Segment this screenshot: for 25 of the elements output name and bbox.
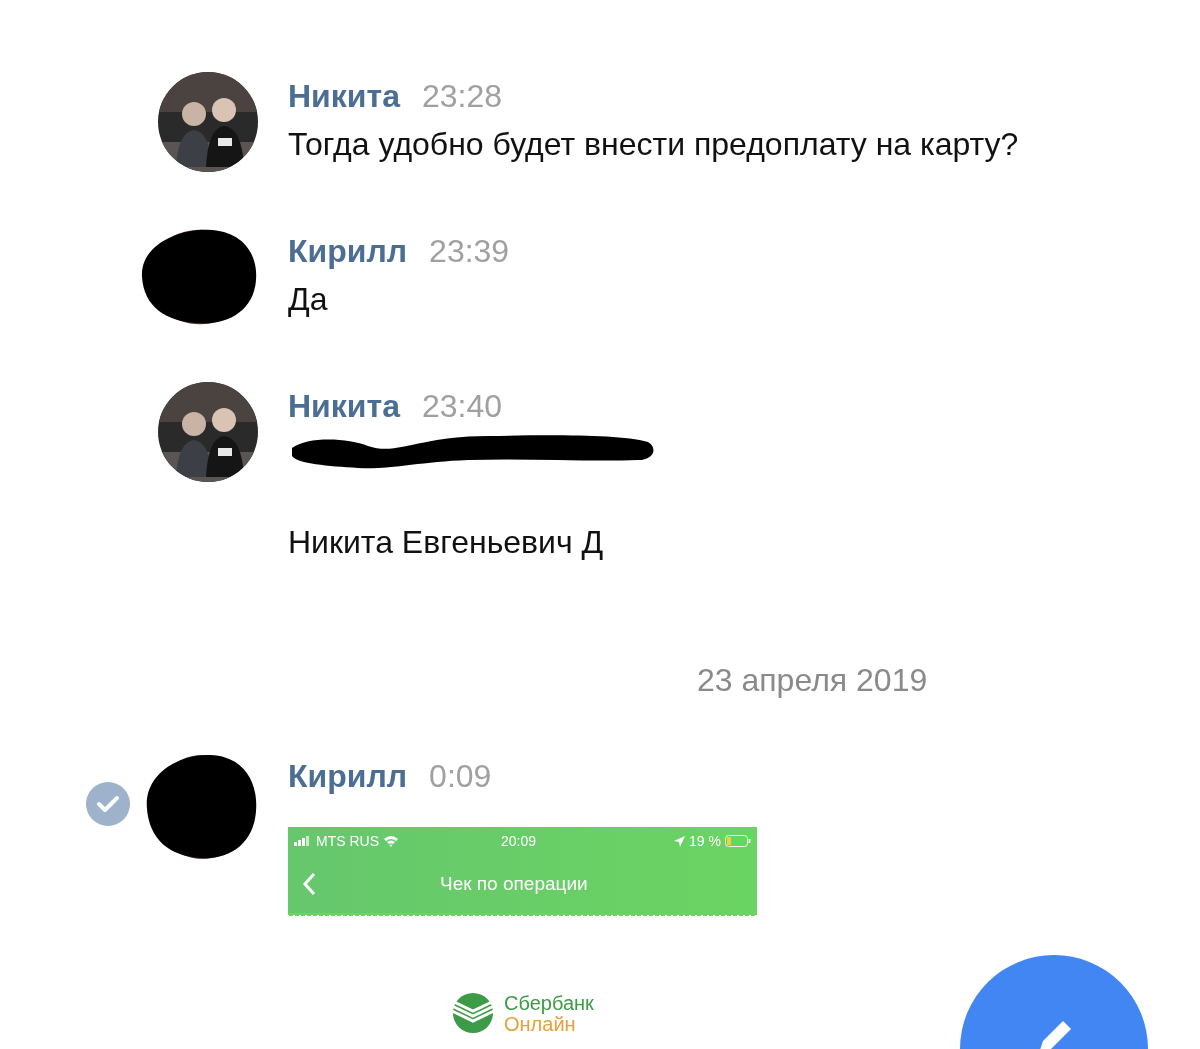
message-time: 0:09 (429, 757, 492, 796)
author-name[interactable]: Никита (288, 382, 400, 430)
message-time: 23:28 (421, 77, 502, 116)
date-divider: 23 апреля 2019 (697, 661, 928, 700)
message-time: 23:39 (429, 232, 510, 271)
wifi-icon (383, 835, 399, 847)
location-arrow-icon (674, 835, 686, 847)
message-time: 23:40 (421, 387, 502, 426)
battery-percent: 19 % (689, 831, 721, 851)
brand-name: Сбербанк (504, 993, 594, 1014)
message-text: Никита Евгеньевич Д (288, 523, 605, 562)
author-name[interactable]: Никита (288, 72, 400, 120)
brand-subtitle: Онлайн (504, 1014, 576, 1035)
back-icon[interactable] (302, 872, 316, 896)
carrier-name: MTS RUS (316, 831, 379, 851)
message-text: Тогда удобно будет внести предоплату на карту? (288, 125, 1019, 164)
bank-logo-icon (450, 993, 496, 1035)
check-icon[interactable] (86, 782, 130, 826)
author-name[interactable]: Кирилл (288, 227, 408, 275)
screen-title: Чек по операции (440, 871, 588, 896)
battery-icon (725, 835, 751, 847)
author-name[interactable]: Кирилл (288, 752, 408, 800)
signal-icon (294, 836, 312, 846)
message-text: Да (288, 280, 329, 319)
status-time: 20:09 (501, 831, 537, 851)
